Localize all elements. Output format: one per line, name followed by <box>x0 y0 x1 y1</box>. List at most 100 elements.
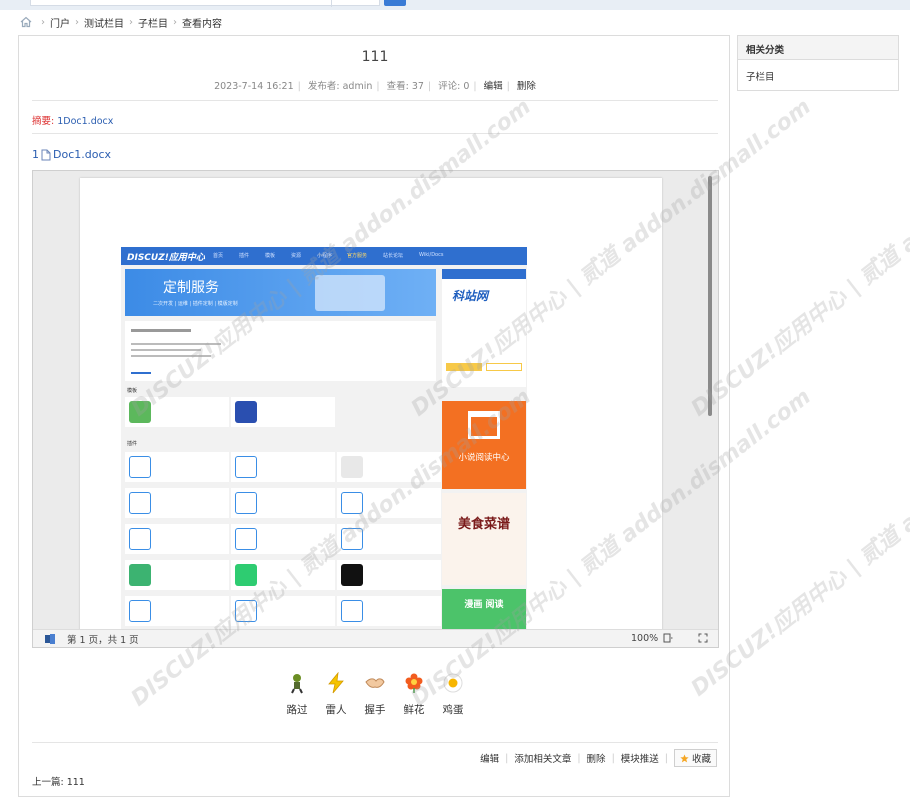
divider <box>32 100 718 101</box>
embedded-side-brand-box: 科站网 <box>442 279 526 387</box>
divider <box>32 742 718 743</box>
add-related-article-link[interactable]: 添加相关文章 <box>514 751 571 765</box>
reaction-shocking[interactable]: 雷人 <box>322 672 350 717</box>
embedded-card-icon <box>235 600 257 622</box>
embedded-card <box>125 397 229 427</box>
embedded-nav-item: 资源 <box>291 253 302 259</box>
embedded-card-icon <box>341 564 363 586</box>
embedded-section-templates: 模板 <box>127 388 138 394</box>
embedded-info-line <box>131 349 201 351</box>
breadcrumb-separator: › <box>129 16 133 28</box>
embedded-card <box>231 560 335 590</box>
embedded-card-icon <box>129 456 151 478</box>
embedded-card <box>231 452 335 482</box>
embedded-card-icon <box>129 564 151 586</box>
embedded-card-icon <box>235 528 257 550</box>
article-title: 111 <box>361 49 389 65</box>
embedded-tab <box>131 372 151 374</box>
embedded-info-box <box>125 321 436 381</box>
embedded-card <box>125 560 229 590</box>
summary-label: 摘要: <box>32 116 55 127</box>
star-icon <box>680 753 689 762</box>
favorite-button[interactable]: 收藏 <box>673 749 717 767</box>
search-input[interactable] <box>30 0 380 7</box>
reaction-label: 路过 <box>286 704 308 716</box>
related-category-link[interactable]: 子栏目 <box>738 60 898 92</box>
article-comments[interactable]: 评论: 0 <box>438 81 469 92</box>
embedded-logo: DISCUZ!应用中心 <box>127 253 205 263</box>
reaction-label: 雷人 <box>325 704 347 716</box>
embedded-card <box>125 452 229 482</box>
document-viewer[interactable]: DISCUZ!应用中心 首页 插件 模板 资源 小程序 官方服务 站长论坛 Wi… <box>32 170 719 648</box>
embedded-card <box>231 596 335 626</box>
attachment-name: Doc1.docx <box>53 148 112 161</box>
edit-link[interactable]: 编辑 <box>480 751 499 765</box>
embedded-card <box>125 596 229 626</box>
embedded-screenshot: DISCUZ!应用中心 首页 插件 模板 资源 小程序 官方服务 站长论坛 Wi… <box>121 247 527 632</box>
viewer-status-bar: 第 1 页，共 1 页 100% <box>33 629 718 647</box>
reaction-label: 握手 <box>364 704 386 716</box>
summary-text: 1Doc1.docx <box>57 116 114 127</box>
embedded-nav-item: 插件 <box>239 253 250 259</box>
embedded-side-food: 美食菜谱 <box>442 493 526 585</box>
word-icon <box>45 633 55 644</box>
related-categories-title: 相关分类 <box>738 36 898 60</box>
viewer-scrollbar[interactable] <box>708 176 712 416</box>
reaction-egg[interactable]: 鸡蛋 <box>439 672 467 717</box>
embedded-card-icon <box>341 492 363 514</box>
top-search-bar <box>0 0 910 10</box>
embedded-card <box>337 524 441 554</box>
breadcrumb-subcolumn[interactable]: 子栏目 <box>138 15 168 30</box>
embedded-card-icon <box>235 564 257 586</box>
embedded-card-icon <box>341 600 363 622</box>
module-push-link[interactable]: 模块推送 <box>621 751 659 765</box>
related-categories-panel: 相关分类 子栏目 <box>737 35 899 91</box>
embedded-nav-item: 模板 <box>265 253 276 259</box>
embedded-nav-item: 首页 <box>213 253 224 259</box>
delete-link[interactable]: 删除 <box>587 751 606 765</box>
embedded-banner-illustration <box>315 275 385 311</box>
breadcrumb-separator: › <box>173 16 177 28</box>
home-icon[interactable] <box>20 16 32 28</box>
embedded-info-line <box>131 355 211 357</box>
attachment-link[interactable]: 1 Doc1.docx <box>32 148 111 161</box>
embedded-card <box>231 524 335 554</box>
soldier-icon <box>291 674 303 694</box>
reaction-bar: 路过 雷人 握手 鲜花 鸡蛋 <box>19 672 731 717</box>
embedded-side-header <box>442 269 526 279</box>
embedded-info-line <box>131 343 221 345</box>
reaction-handshake[interactable]: 握手 <box>361 672 389 717</box>
zoom-level[interactable]: 100% <box>631 633 658 644</box>
reaction-pass-by[interactable]: 路过 <box>283 672 311 717</box>
breadcrumb-test-column[interactable]: 测试栏目 <box>84 15 124 30</box>
search-button[interactable] <box>384 0 406 6</box>
embedded-info-line <box>131 329 191 332</box>
handshake-icon <box>365 678 385 688</box>
book-icon <box>468 411 500 439</box>
embedded-card-icon <box>341 456 363 478</box>
embedded-card-icon <box>129 492 151 514</box>
embedded-banner: 定制服务 二次开发 | 运维 | 插件定制 | 模版定制 <box>125 269 436 316</box>
article-author[interactable]: 发布者: admin <box>308 81 373 92</box>
embedded-card-icon <box>341 528 363 550</box>
article-panel: 111 2023-7-14 16:21 | 发布者: admin | 查看: 37 |… <box>18 35 730 797</box>
search-divider <box>331 0 332 7</box>
embedded-card-icon <box>235 456 257 478</box>
embedded-card-icon <box>129 528 151 550</box>
embedded-banner-subtitle: 二次开发 | 运维 | 插件定制 | 模版定制 <box>153 301 238 307</box>
article-delete-link[interactable]: 删除 <box>517 81 536 92</box>
reaction-flower[interactable]: 鲜花 <box>400 672 428 717</box>
embedded-side-btn <box>486 363 522 371</box>
favorite-label: 收藏 <box>691 754 711 765</box>
embedded-card <box>337 596 441 626</box>
fullscreen-icon[interactable] <box>698 633 708 643</box>
reaction-label: 鲜花 <box>403 704 425 716</box>
embedded-side-comic: 漫画 阅读 <box>442 589 526 632</box>
breadcrumb-portal[interactable]: 门户 <box>50 15 70 30</box>
embedded-card <box>231 397 335 427</box>
layout-icon[interactable] <box>663 633 673 643</box>
previous-article-link[interactable]: 上一篇: 111 <box>32 774 85 788</box>
embedded-banner-title: 定制服务 <box>163 280 219 296</box>
embedded-card-icon <box>235 401 257 423</box>
article-edit-link[interactable]: 编辑 <box>484 81 503 92</box>
